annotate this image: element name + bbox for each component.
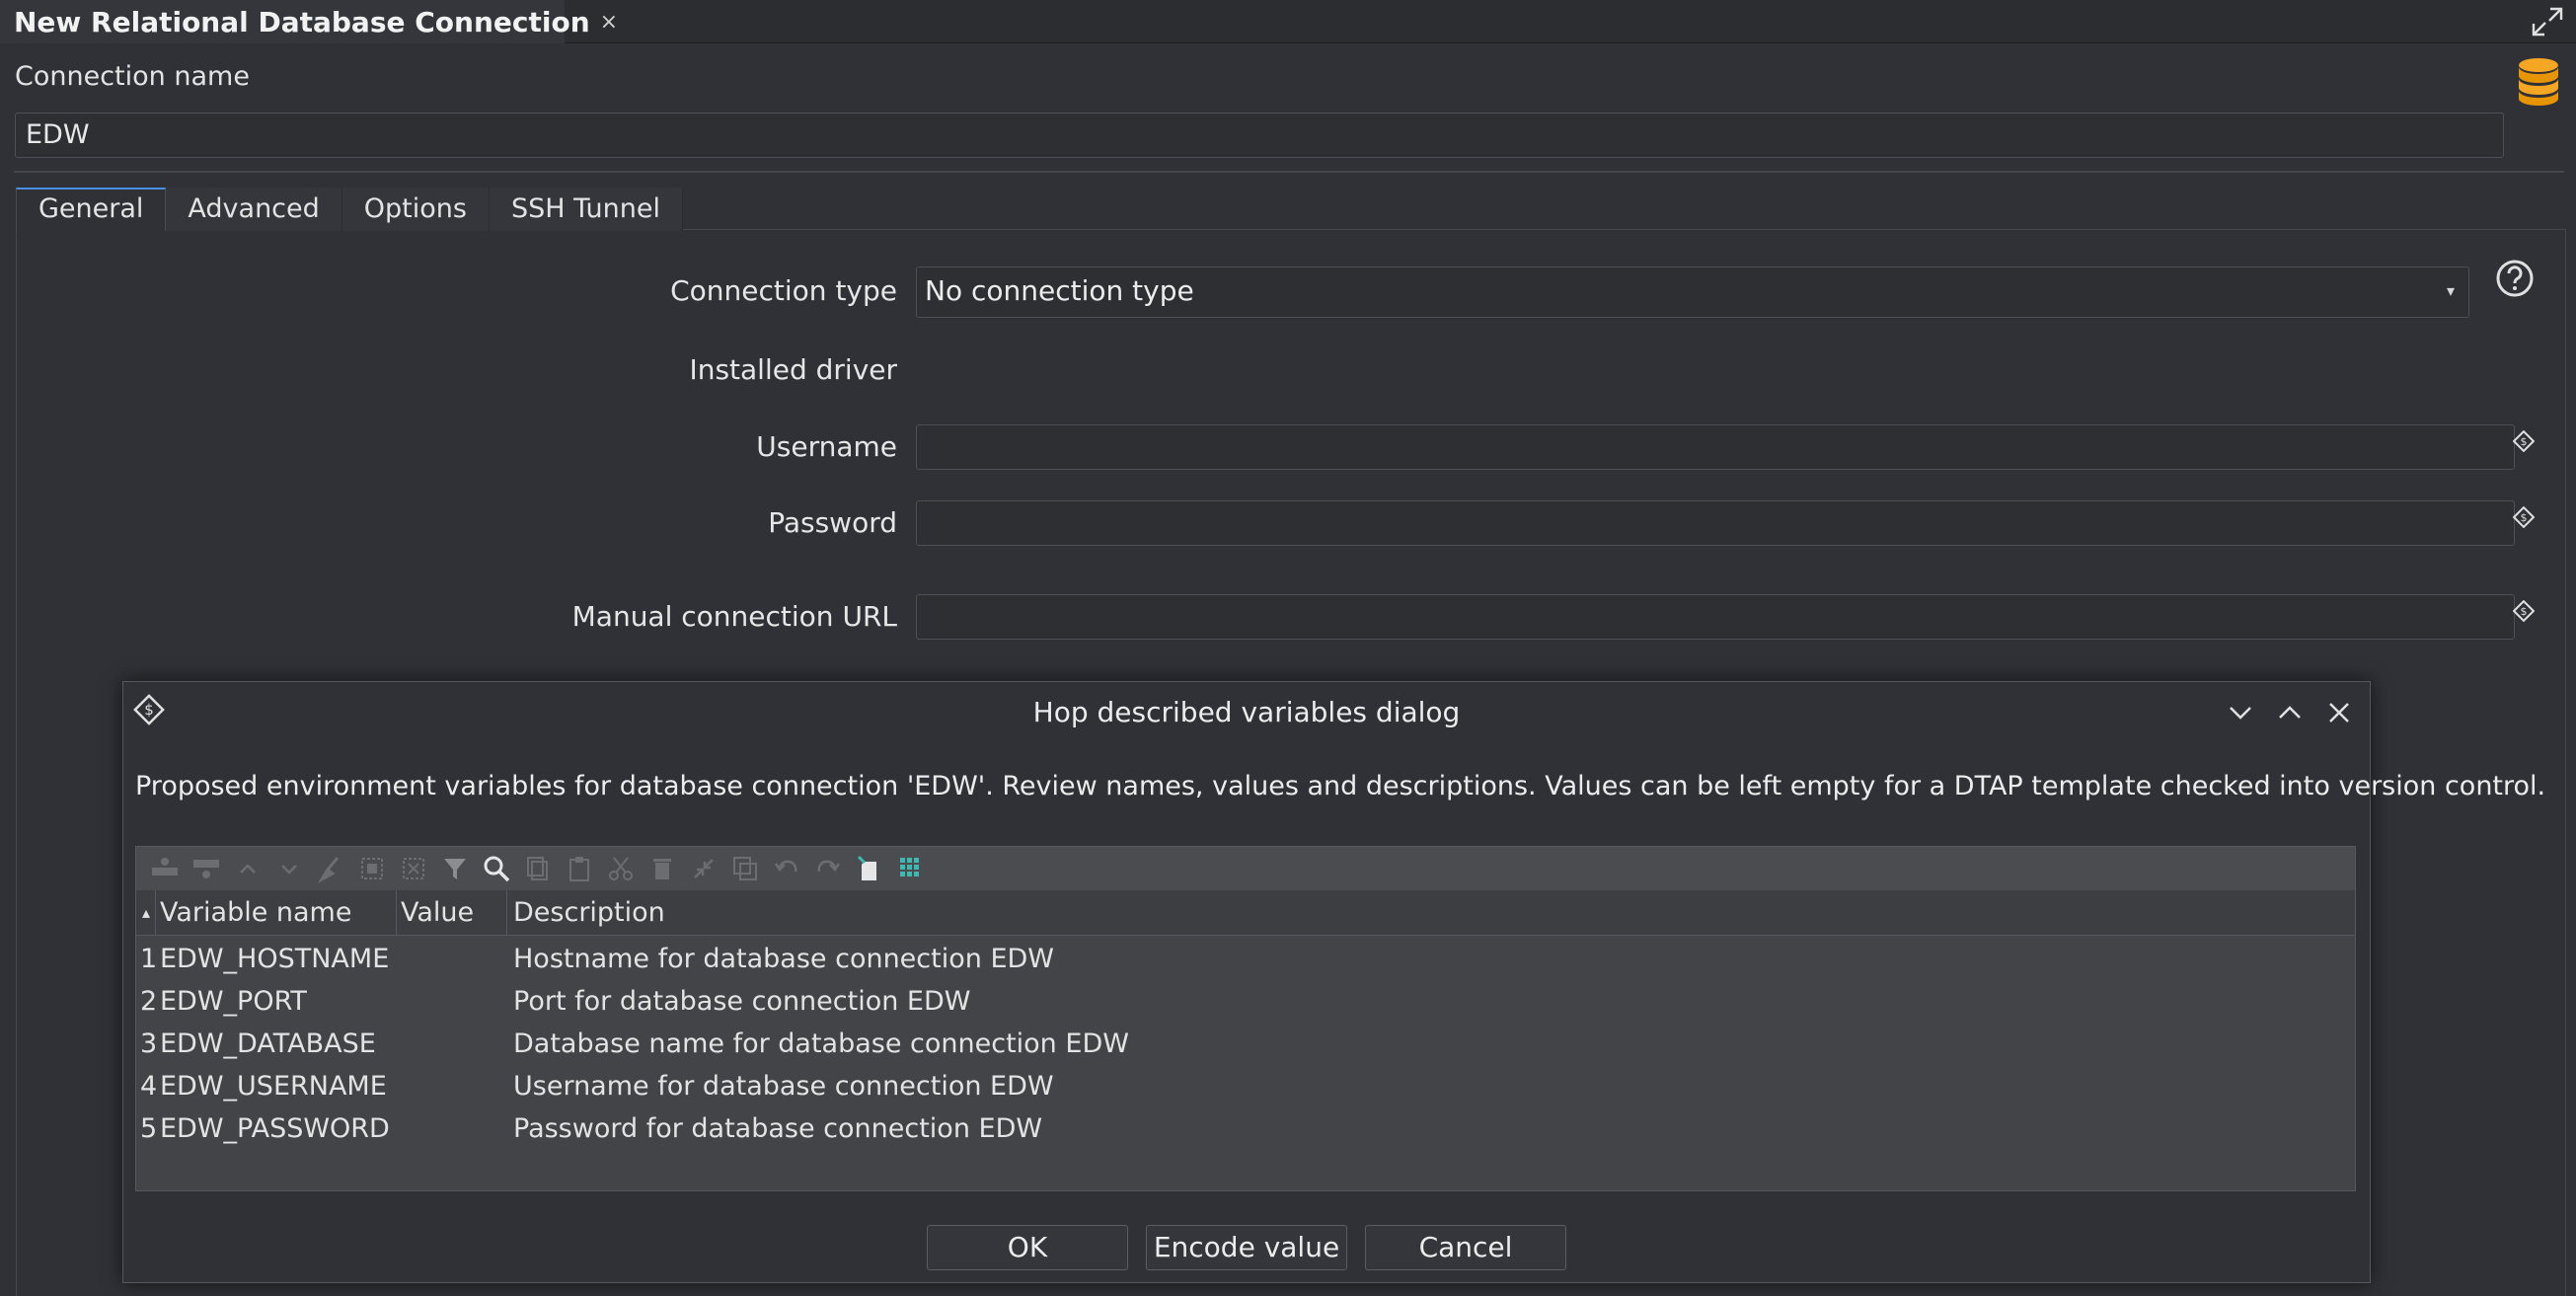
keep-only-icon[interactable]	[683, 847, 724, 890]
column-header-variable-name[interactable]: Variable name	[156, 890, 397, 936]
username-input[interactable]	[916, 424, 2515, 470]
editor-tab-bar: New Relational Database Connection ×	[0, 0, 2576, 43]
cancel-button[interactable]: Cancel	[1365, 1225, 1566, 1270]
connection-type-value: No connection type	[925, 274, 1194, 307]
variable-name-cell[interactable]: EDW_HOSTNAME	[160, 938, 389, 980]
database-logo-icon	[2519, 58, 2558, 106]
table-row[interactable]: 1 EDW_HOSTNAME Hostname for database con…	[136, 938, 2355, 980]
variables-grid: ▴ Variable name Value Description 1 EDW_…	[135, 846, 2356, 1191]
grid-header: ▴ Variable name Value Description	[136, 890, 2355, 936]
column-header-value[interactable]: Value	[397, 890, 507, 936]
description-cell[interactable]: Hostname for database connection EDW	[513, 938, 1054, 980]
redo-icon[interactable]	[807, 847, 849, 890]
connection-name-label: Connection name	[15, 61, 250, 92]
divider	[14, 171, 2564, 173]
variable-name-cell[interactable]: EDW_USERNAME	[160, 1065, 387, 1107]
clear-selection-icon[interactable]	[393, 847, 434, 890]
move-down-icon[interactable]	[268, 847, 310, 890]
select-all-icon[interactable]	[351, 847, 393, 890]
description-cell[interactable]: Password for database connection EDW	[513, 1107, 1042, 1150]
tab-general[interactable]: General	[16, 188, 167, 231]
description-cell[interactable]: Port for database connection EDW	[513, 980, 970, 1023]
cut-icon[interactable]	[600, 847, 642, 890]
show-grid-icon[interactable]	[890, 847, 932, 890]
search-icon[interactable]	[476, 847, 517, 890]
installed-driver-label: Installed driver	[689, 353, 897, 386]
svg-text:$: $	[2521, 605, 2528, 618]
copy-icon[interactable]	[517, 847, 559, 890]
connection-type-select[interactable]: No connection type ▾	[916, 267, 2469, 318]
variable-icon[interactable]: $	[2513, 506, 2535, 528]
password-input[interactable]	[916, 500, 2515, 546]
description-cell[interactable]: Database name for database connection ED…	[513, 1023, 1129, 1065]
row-number: 2	[140, 986, 158, 1017]
close-icon[interactable]	[2324, 698, 2354, 727]
variable-name-cell[interactable]: EDW_DATABASE	[160, 1023, 376, 1065]
row-number: 5	[140, 1113, 158, 1144]
column-header-description[interactable]: Description	[507, 890, 2355, 936]
insert-row-before-icon[interactable]	[144, 847, 186, 890]
duplicate-icon[interactable]	[724, 847, 766, 890]
ok-button[interactable]: OK	[927, 1225, 1128, 1270]
table-row[interactable]: 3 EDW_DATABASE Database name for databas…	[136, 1023, 2355, 1065]
row-number: 4	[140, 1071, 158, 1102]
editor-tab-close-button[interactable]: ×	[600, 10, 618, 35]
maximize-icon[interactable]	[2531, 6, 2564, 38]
password-label: Password	[768, 506, 897, 539]
variable-name-cell[interactable]: EDW_PORT	[160, 980, 307, 1023]
table-row[interactable]: 4 EDW_USERNAME Username for database con…	[136, 1065, 2355, 1107]
username-label: Username	[756, 430, 897, 463]
table-row[interactable]: 2 EDW_PORT Port for database connection …	[136, 980, 2355, 1023]
undo-icon[interactable]	[766, 847, 807, 890]
row-number: 1	[140, 944, 158, 974]
dialog-title: Hop described variables dialog	[1032, 696, 1461, 728]
variable-name-cell[interactable]: EDW_PASSWORD	[160, 1107, 390, 1150]
connection-name-input[interactable]: EDW	[15, 113, 2504, 158]
table-row[interactable]: 5 EDW_PASSWORD Password for database con…	[136, 1107, 2355, 1150]
connection-tabs: General Advanced Options SSH Tunnel	[16, 188, 683, 231]
maximize-icon[interactable]	[2275, 698, 2305, 727]
grid-toolbar	[136, 847, 2355, 890]
editor-tab-title: New Relational Database Connection	[14, 5, 590, 38]
dialog-message: Proposed environment variables for datab…	[135, 771, 2546, 801]
delete-icon[interactable]	[642, 847, 683, 890]
variable-icon[interactable]: $	[2513, 600, 2535, 622]
svg-text:$: $	[2521, 511, 2528, 524]
variable-icon[interactable]: $	[2513, 430, 2535, 452]
editor-tab-new-connection[interactable]: New Relational Database Connection ×	[0, 0, 618, 43]
filter-icon[interactable]	[434, 847, 476, 890]
clean-icon[interactable]	[310, 847, 351, 890]
tab-options[interactable]: Options	[341, 188, 490, 231]
chevron-down-icon: ▾	[2446, 281, 2455, 300]
connection-type-label: Connection type	[670, 274, 897, 307]
described-variables-dialog: $ Hop described variables dialog Propose…	[122, 681, 2545, 1283]
minimize-icon[interactable]	[2226, 698, 2255, 727]
row-number: 3	[140, 1029, 158, 1059]
sort-indicator[interactable]: ▴	[136, 890, 156, 936]
export-icon[interactable]	[849, 847, 890, 890]
paste-icon[interactable]	[559, 847, 600, 890]
description-cell[interactable]: Username for database connection EDW	[513, 1065, 1054, 1107]
move-up-icon[interactable]	[227, 847, 268, 890]
insert-row-after-icon[interactable]	[186, 847, 227, 890]
tab-ssh-tunnel[interactable]: SSH Tunnel	[489, 188, 683, 231]
svg-text:$: $	[2521, 435, 2528, 448]
manual-connection-url-label: Manual connection URL	[571, 600, 897, 633]
encode-value-button[interactable]: Encode value	[1146, 1225, 1347, 1270]
tab-advanced[interactable]: Advanced	[166, 188, 342, 231]
manual-connection-url-input[interactable]	[916, 594, 2515, 640]
help-icon[interactable]	[2495, 259, 2535, 298]
dialog-title-bar[interactable]: $ Hop described variables dialog	[123, 682, 2370, 743]
